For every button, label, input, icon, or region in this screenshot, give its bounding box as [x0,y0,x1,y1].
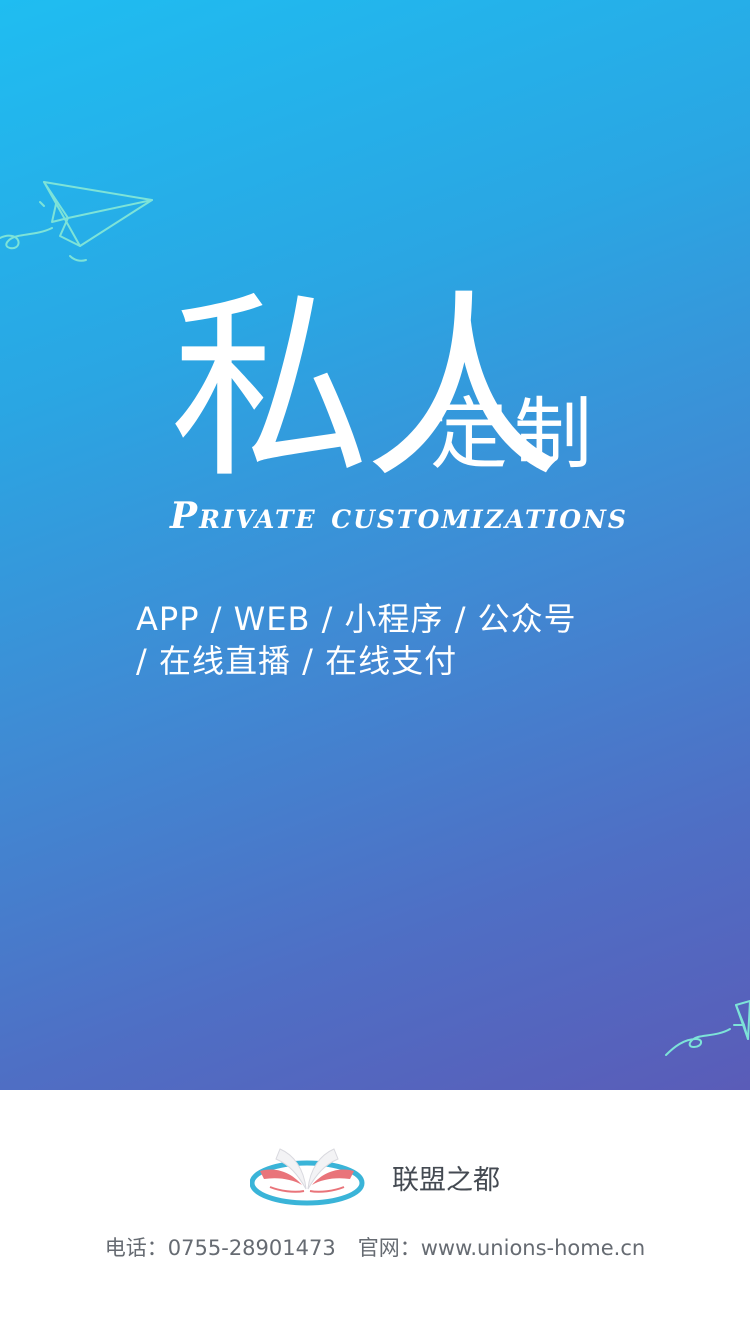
hero-banner: 私人 定制 Private customizations APP / WEB /… [0,0,750,1090]
footer: 联盟之都 电话：0755-28901473 官网：www.unions-home.… [0,1090,750,1334]
birds-logo-icon [250,1148,365,1206]
services-line-2: / 在线直播 / 在线支付 [136,642,458,680]
site-link[interactable]: www.unions-home.cn [421,1236,645,1260]
services-line-1: APP / WEB / 小程序 / 公众号 [136,600,577,638]
contact-info: 电话：0755-28901473 官网：www.unions-home.cn [0,1235,750,1261]
services-list: APP / WEB / 小程序 / 公众号 / 在线直播 / 在线支付 [136,598,636,682]
paper-plane-icon [665,1000,750,1056]
site-label: 官网： [357,1236,421,1260]
title-sub: 定制 [430,390,599,480]
phone-number[interactable]: 0755-28901473 [168,1236,336,1260]
phone-label: 电话： [104,1236,168,1260]
brand-name: 联盟之都 [392,1165,500,1196]
tagline: Private customizations [170,495,628,537]
paper-plane-icon [0,181,153,262]
